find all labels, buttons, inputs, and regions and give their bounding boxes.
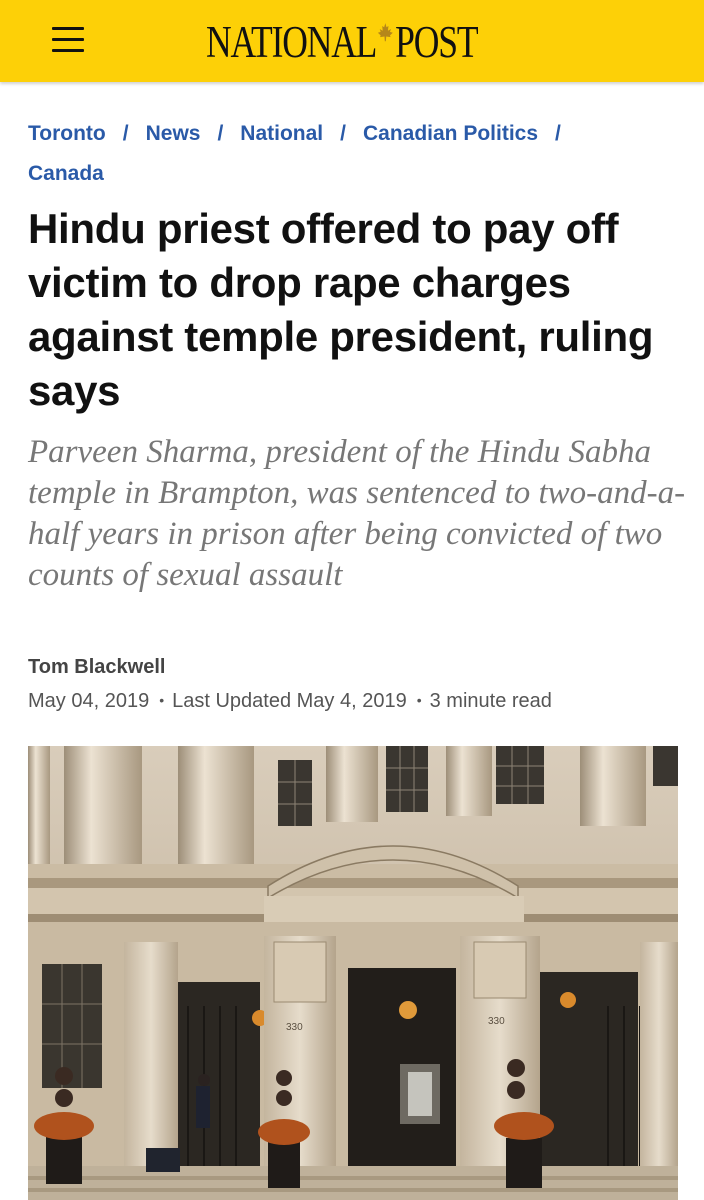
hero-image[interactable]: 330 330	[28, 746, 678, 1200]
breadcrumb-canadian-politics[interactable]: Canadian Politics	[363, 122, 538, 145]
breadcrumb-canada[interactable]: Canada	[28, 162, 104, 185]
breadcrumb: Toronto / News / National / Canadian Politics /…	[28, 114, 668, 194]
publish-date: May 04, 2019	[28, 690, 150, 712]
logo-text-national: NATIONAL	[206, 17, 377, 67]
maple-leaf-icon	[378, 23, 394, 42]
breadcrumb-separator: /	[122, 122, 129, 145]
building-number-right: 330	[488, 1016, 505, 1027]
site-logo[interactable]: NATIONAL POST	[206, 17, 479, 67]
meta-separator: •	[159, 692, 165, 708]
breadcrumb-news[interactable]: News	[146, 122, 201, 145]
logo-text-post: POST	[395, 17, 478, 67]
meta-separator: •	[416, 692, 422, 708]
breadcrumb-toronto[interactable]: Toronto	[28, 122, 106, 145]
courthouse-photo: 330 330	[28, 746, 678, 1200]
breadcrumb-separator: /	[217, 122, 224, 145]
last-updated: Last Updated May 4, 2019	[172, 690, 407, 712]
breadcrumb-separator: /	[340, 122, 346, 145]
site-header: NATIONAL POST	[0, 0, 704, 82]
building-number-left: 330	[286, 1022, 303, 1033]
breadcrumb-separator: /	[555, 122, 561, 145]
read-time: 3 minute read	[429, 690, 552, 712]
article-dek: Parveen Sharma, president of the Hindu S…	[28, 434, 686, 593]
article-headline: Hindu priest offered to pay off victim t…	[28, 205, 654, 414]
article-meta: May 04, 2019 • Last Updated May 4, 2019 • 3 …	[28, 690, 552, 713]
hamburger-menu-icon[interactable]	[52, 27, 84, 53]
breadcrumb-national[interactable]: National	[240, 122, 323, 145]
author-name[interactable]: Tom Blackwell	[28, 656, 165, 679]
